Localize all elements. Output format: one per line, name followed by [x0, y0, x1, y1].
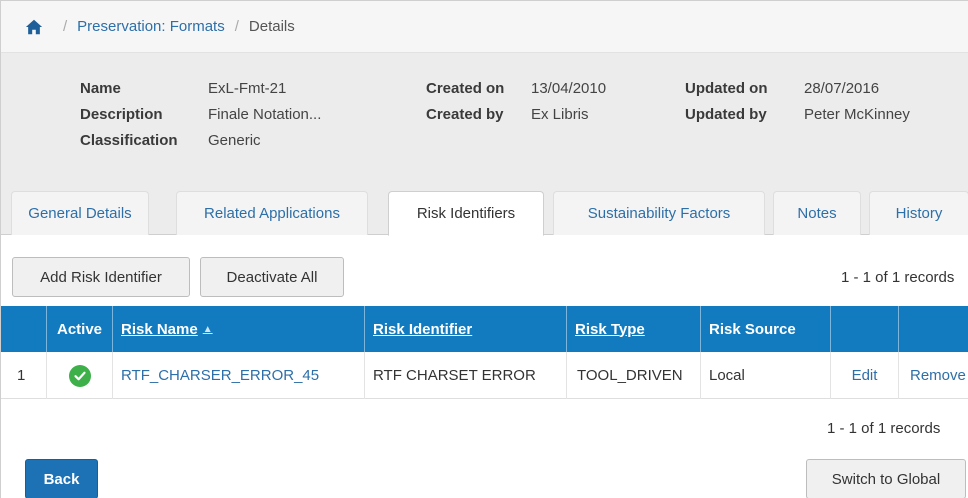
- tab-label: Sustainability Factors: [587, 205, 731, 222]
- header-index: [1, 306, 47, 352]
- tab-general-details[interactable]: General Details: [11, 191, 149, 235]
- tab-notes[interactable]: Notes: [773, 191, 861, 235]
- updated-by-value: Peter McKinney: [804, 105, 910, 123]
- created-by-value: Ex Libris: [531, 105, 589, 123]
- tab-label: General Details: [28, 205, 132, 222]
- tab-bar: General Details Related Applications Ris…: [1, 183, 968, 236]
- created-by-label: Created by: [426, 105, 504, 123]
- breadcrumb-separator: /: [234, 18, 239, 35]
- risk-name-link[interactable]: RTF_CHARSER_ERROR_45: [121, 367, 319, 384]
- edit-link[interactable]: Edit: [852, 367, 878, 384]
- classification-label: Classification: [80, 131, 178, 149]
- deactivate-all-button[interactable]: Deactivate All: [200, 257, 344, 297]
- header-risk-name[interactable]: Risk Name ▲: [113, 306, 365, 352]
- header-risk-identifier[interactable]: Risk Identifier: [365, 306, 567, 352]
- tab-related-applications[interactable]: Related Applications: [176, 191, 368, 235]
- description-label: Description: [80, 105, 163, 123]
- header-active-label: Active: [56, 320, 103, 338]
- classification-value: Generic: [208, 131, 261, 149]
- row-remove-cell: Remove: [899, 352, 968, 399]
- tab-label: Related Applications: [204, 205, 340, 222]
- header-remove-col: [899, 306, 968, 352]
- tab-sustainability-factors[interactable]: Sustainability Factors: [553, 191, 765, 235]
- tab-history[interactable]: History: [869, 191, 968, 235]
- row-risk-source: Local: [701, 352, 831, 399]
- details-values-col1: ExL-Fmt-21 Finale Notation... Generic: [208, 75, 321, 153]
- remove-link[interactable]: Remove: [910, 367, 966, 384]
- page-frame: / Preservation: Formats / Details Name D…: [0, 0, 968, 498]
- table-row: 1 RTF_CHARSER_ERROR_45 RTF CHARSET ERROR…: [1, 352, 968, 399]
- header-risk-type[interactable]: Risk Type: [567, 306, 701, 352]
- sort-asc-icon: ▲: [202, 323, 213, 335]
- row-risk-type: TOOL_DRIVEN: [567, 352, 701, 399]
- breadcrumb: / Preservation: Formats / Details: [1, 1, 968, 53]
- row-risk-identifier: RTF CHARSET ERROR: [365, 352, 567, 399]
- name-label: Name: [80, 79, 121, 97]
- updated-on-label: Updated on: [685, 79, 768, 97]
- add-risk-identifier-button[interactable]: Add Risk Identifier: [12, 257, 190, 297]
- switch-to-global-button[interactable]: Switch to Global: [806, 459, 966, 498]
- details-labels-col1: Name Description Classification: [80, 75, 178, 153]
- name-value: ExL-Fmt-21: [208, 79, 287, 97]
- header-risk-name-label[interactable]: Risk Name: [121, 321, 198, 338]
- created-on-label: Created on: [426, 79, 505, 97]
- breadcrumb-link-formats[interactable]: Preservation: Formats: [77, 18, 225, 35]
- tab-risk-identifiers[interactable]: Risk Identifiers: [388, 191, 544, 236]
- tab-label: Notes: [797, 205, 837, 222]
- details-labels-col2: Created on Created by: [426, 75, 504, 127]
- header-risk-source: Risk Source: [701, 306, 831, 352]
- header-risk-source-label: Risk Source: [709, 320, 796, 338]
- updated-on-value: 28/07/2016: [804, 79, 880, 97]
- row-index: 1: [1, 352, 47, 399]
- back-button[interactable]: Back: [25, 459, 98, 498]
- records-count-top: 1 - 1 of 1 records: [841, 269, 955, 286]
- tab-label: Risk Identifiers: [416, 205, 516, 222]
- check-circle-icon: [68, 364, 91, 387]
- details-values-col3: 28/07/2016 Peter McKinney: [804, 75, 910, 127]
- description-value: Finale Notation...: [208, 105, 322, 123]
- records-count-bottom: 1 - 1 of 1 records: [827, 420, 941, 437]
- header-risk-identifier-label[interactable]: Risk Identifier: [373, 321, 472, 338]
- table-header: Active Risk Name ▲ Risk Identifier Risk T…: [1, 306, 968, 352]
- row-risk-name-cell: RTF_CHARSER_ERROR_45: [113, 352, 365, 399]
- details-panel: Name Description Classification ExL-Fmt-…: [1, 53, 968, 183]
- row-active-cell: [47, 352, 113, 399]
- header-active: Active: [47, 306, 113, 352]
- details-labels-col3: Updated on Updated by: [685, 75, 768, 127]
- breadcrumb-separator: /: [63, 18, 68, 35]
- header-risk-type-label[interactable]: Risk Type: [575, 321, 645, 338]
- row-edit-cell: Edit: [831, 352, 899, 399]
- home-icon[interactable]: [25, 18, 43, 36]
- header-edit-col: [831, 306, 899, 352]
- tab-label: History: [895, 205, 943, 222]
- details-values-col2: 13/04/2010 Ex Libris: [531, 75, 606, 127]
- breadcrumb-current: Details: [248, 18, 295, 35]
- updated-by-label: Updated by: [685, 105, 767, 123]
- created-on-value: 13/04/2010: [531, 79, 607, 97]
